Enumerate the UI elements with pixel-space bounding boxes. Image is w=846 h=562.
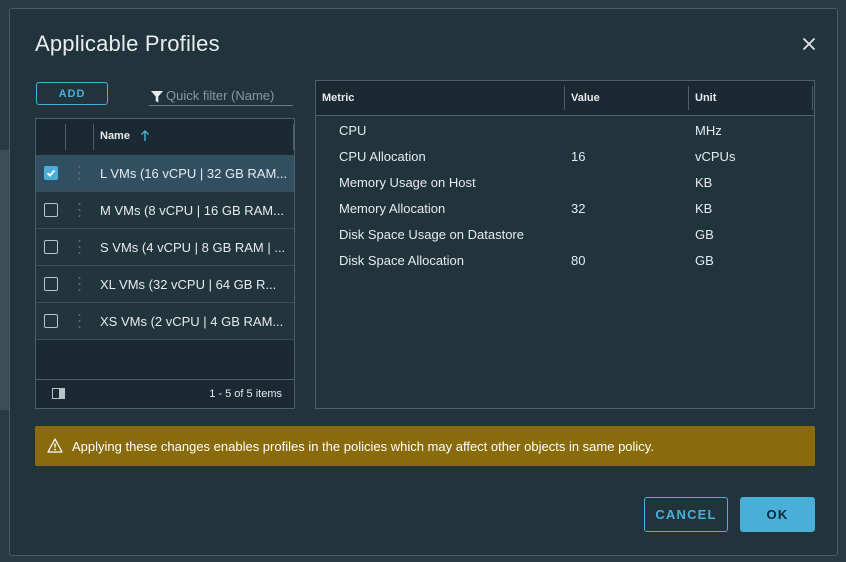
warning-icon [47,438,63,453]
metric-row: Disk Space Usage on Datastore GB [316,227,814,253]
metric-unit-cell: GB [695,253,714,268]
metrics-header: Metric Value Unit [316,81,814,116]
metric-unit-cell: GB [695,227,714,242]
column-header-name[interactable]: Name [100,130,130,142]
metric-row: CPU MHz [316,123,814,149]
row-checkbox[interactable] [44,166,58,180]
table-row[interactable]: S VMs (4 vCPU | 8 GB RAM | ... [36,229,294,266]
metric-unit-cell: KB [695,175,713,190]
row-actions-handle-icon[interactable] [78,165,81,181]
metric-row: Memory Usage on Host KB [316,175,814,201]
metric-metric-cell: Disk Space Usage on Datastore [339,227,524,242]
row-actions-handle-icon[interactable] [78,313,81,329]
metric-metric-cell: Disk Space Allocation [339,253,465,268]
profiles-grid: Name L VMs (16 vCPU | 32 GB RAM... M VMs … [35,118,295,409]
table-row[interactable]: XS VMs (2 vCPU | 4 GB RAM... [36,303,294,340]
row-actions-handle-icon[interactable] [78,202,81,218]
metrics-table: Metric Value Unit CPU MHz CPU Allocation 16… [315,80,815,409]
metric-row: Memory Allocation 32 KB [316,201,814,227]
column-separator [93,124,94,150]
grid-header: Name [36,119,294,156]
profile-name: S VMs (4 vCPU | 8 GB RAM | ... [100,240,286,255]
column-separator [688,86,689,110]
sort-ascending-icon[interactable] [140,130,150,142]
metric-value-cell: 32 [571,201,586,216]
metric-metric-cell: Memory Usage on Host [339,175,476,190]
profile-name: L VMs (16 vCPU | 32 GB RAM... [100,166,288,181]
metric-row: Disk Space Allocation 80 GB [316,253,814,279]
metric-row: CPU Allocation 16 vCPUs [316,149,814,175]
metric-unit-cell: MHz [695,123,722,138]
profile-name: XL VMs (32 vCPU | 64 GB R... [100,277,277,292]
profile-name: M VMs (8 vCPU | 16 GB RAM... [100,203,284,218]
metric-value-cell: 80 [571,253,586,268]
column-separator [65,124,66,150]
row-actions-handle-icon[interactable] [78,276,81,292]
profile-name: XS VMs (2 vCPU | 4 GB RAM... [100,314,284,329]
row-checkbox[interactable] [44,277,58,291]
column-header-unit: Unit [695,92,717,104]
filter-icon [151,91,163,103]
metric-metric-cell: CPU Allocation [339,149,426,164]
pagination-text: 1 - 5 of 5 items [209,388,282,400]
applicable-profiles-dialog: Applicable Profiles ADD Name L VMs (16 v… [9,8,838,556]
row-checkbox[interactable] [44,240,58,254]
quick-filter [149,87,293,106]
column-toggle-icon[interactable] [52,388,65,399]
row-checkbox[interactable] [44,314,58,328]
cancel-button[interactable]: CANCEL [644,497,728,532]
table-row[interactable]: XL VMs (32 vCPU | 64 GB R... [36,266,294,303]
add-button[interactable]: ADD [36,82,108,105]
metric-unit-cell: KB [695,201,713,216]
metric-metric-cell: Memory Allocation [339,201,446,216]
metric-value-cell: 16 [571,149,586,164]
checkmark-icon [46,169,56,177]
column-separator [564,86,565,110]
table-row[interactable]: L VMs (16 vCPU | 32 GB RAM... [36,155,294,192]
ok-button[interactable]: OK [740,497,815,532]
table-row[interactable]: M VMs (8 vCPU | 16 GB RAM... [36,192,294,229]
dialog-title: Applicable Profiles [35,31,220,56]
warning-banner: Applying these changes enables profiles … [35,426,815,466]
column-header-metric: Metric [322,92,355,104]
warning-text: Applying these changes enables profiles … [72,439,654,454]
metric-unit-cell: vCPUs [695,149,736,164]
column-separator [293,124,294,150]
row-checkbox[interactable] [44,203,58,217]
grid-footer: 1 - 5 of 5 items [36,379,294,408]
row-actions-handle-icon[interactable] [78,239,81,255]
metric-metric-cell: CPU [339,123,367,138]
column-header-value: Value [571,92,600,104]
column-separator [812,86,813,110]
close-icon[interactable] [800,35,818,53]
quick-filter-input[interactable] [166,87,292,104]
